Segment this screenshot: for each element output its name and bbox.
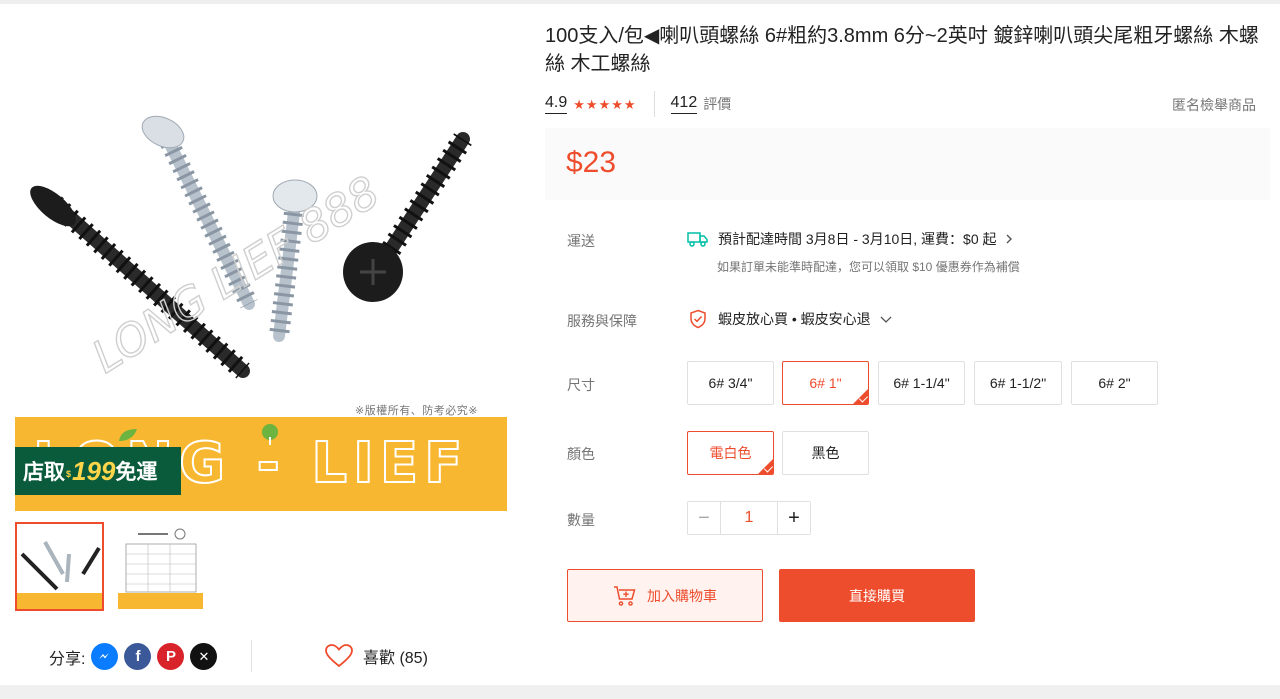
color-option-black[interactable]: 黑色 — [782, 431, 869, 475]
thumbnail-band — [17, 593, 102, 609]
star-icon: ★ — [598, 96, 611, 112]
star-icon: ★ — [611, 96, 623, 112]
service-guarantee-text: 蝦皮放心買 • 蝦皮安心退 — [718, 311, 871, 327]
share-row: 分享: f P ✕ — [49, 643, 223, 670]
truck-icon — [687, 232, 708, 247]
star-icon: ★ — [585, 96, 598, 112]
size-option-label: 6# 2" — [1098, 375, 1131, 391]
promo-amount: 199 — [72, 455, 116, 486]
buy-now-button[interactable]: 直接購買 — [779, 569, 975, 622]
star-icon: ★ — [623, 96, 636, 112]
size-option-label: 6# 1-1/4" — [893, 375, 950, 391]
screws-illustration: LONG LIEF 888 — [30, 115, 472, 384]
shipping-label: 運送 — [567, 233, 595, 249]
add-to-cart-button[interactable]: 加入購物車 — [567, 569, 763, 622]
size-option-label: 6# 3/4" — [708, 375, 753, 391]
size-option-2[interactable]: 6# 1" — [782, 361, 869, 405]
product-price: $23 — [566, 146, 617, 179]
shield-icon — [690, 309, 706, 329]
like-button[interactable]: 喜歡 (85) — [325, 644, 428, 668]
price-box: $23 — [545, 128, 1270, 200]
shipping-eta[interactable]: 預計配達時間 3月8日 - 3月10日, 運費：$0 起 — [687, 229, 1015, 249]
main-product-image[interactable]: LONG LIEF 888 ※版權所有、防考必究※ LONG - LIEF 店取… — [15, 14, 507, 511]
quantity-label: 數量 — [567, 512, 595, 528]
messenger-icon[interactable] — [91, 643, 119, 670]
share-label: 分享: — [49, 650, 86, 668]
product-title: 100支入/包◀喇叭頭螺絲 6#粗約3.8mm 6分~2英吋 鍍鋅喇叭頭尖尾粗牙… — [545, 25, 1259, 75]
bottom-strip — [0, 685, 1280, 699]
thumbnail-strip — [15, 522, 205, 611]
leaf-icon — [119, 429, 137, 441]
copyright-text: ※版權所有、防考必究※ — [355, 405, 478, 417]
size-option-label: 6# 1" — [809, 375, 842, 391]
promo-store-pickup: 店取 — [23, 461, 65, 484]
thumbnail-band — [118, 593, 203, 609]
report-product-link[interactable]: 匿名檢舉商品 — [1172, 95, 1256, 115]
star-icon: ★ — [573, 96, 585, 112]
thumbnail-screws-image — [20, 541, 101, 591]
review-count[interactable]: 412 — [670, 94, 698, 114]
tree-icon — [262, 424, 278, 445]
x-icon[interactable]: ✕ — [190, 643, 218, 670]
rating-row: 4.9 ★ ★ ★ ★ ★ 412 評價 — [545, 91, 732, 117]
size-label: 尺寸 — [567, 377, 595, 393]
size-option-label: 6# 1-1/2" — [989, 375, 1047, 391]
rating-divider — [653, 91, 655, 117]
color-option-label: 黑色 — [811, 445, 840, 461]
thumbnail-screws[interactable] — [15, 522, 104, 611]
selected-check-icon — [853, 389, 868, 404]
promo-badge: 店取 $ 199 免運 — [15, 447, 181, 495]
review-label: 評價 — [703, 96, 732, 112]
shipping-eta-text: 預計配達時間 3月8日 - 3月10日, 運費：$0 起 — [718, 231, 997, 247]
service-guarantee[interactable]: 蝦皮放心買 • 蝦皮安心退 — [688, 309, 893, 329]
size-option-4[interactable]: 6# 1-1/2" — [974, 361, 1062, 405]
buy-now-label: 直接購買 — [849, 587, 905, 604]
color-option-white[interactable]: 電白色 — [687, 431, 774, 475]
selected-check-icon — [758, 459, 773, 474]
chevron-right-icon — [1006, 234, 1012, 244]
size-option-3[interactable]: 6# 1-1/4" — [878, 361, 965, 405]
color-label: 顏色 — [567, 446, 595, 462]
quantity-input[interactable]: 1 — [720, 502, 778, 534]
heart-icon — [325, 644, 353, 668]
facebook-icon[interactable]: f — [124, 643, 152, 670]
promo-free-shipping: 免運 — [115, 461, 158, 484]
rating-stars: ★ ★ ★ ★ ★ — [573, 98, 635, 111]
quantity-increase-button[interactable]: + — [778, 502, 810, 534]
rating-value[interactable]: 4.9 — [545, 94, 568, 114]
share-divider — [251, 640, 252, 672]
size-option-1[interactable]: 6# 3/4" — [687, 361, 774, 405]
thumbnail-spec-table[interactable] — [116, 522, 205, 611]
pinterest-icon[interactable]: P — [157, 643, 185, 670]
service-label: 服務與保障 — [567, 313, 637, 329]
chevron-down-icon — [880, 316, 892, 323]
color-option-label: 電白色 — [709, 445, 752, 461]
cart-icon — [614, 585, 636, 606]
quantity-decrease-button[interactable]: − — [688, 502, 720, 534]
thumbnail-spec-image — [125, 528, 197, 593]
quantity-stepper: − 1 + — [687, 501, 811, 535]
like-count: 喜歡 (85) — [363, 650, 428, 667]
add-to-cart-label: 加入購物車 — [647, 587, 717, 604]
size-option-5[interactable]: 6# 2" — [1071, 361, 1158, 405]
shipping-note: 如果訂單未能準時配達，您可以領取 $10 優惠券作為補償 — [717, 260, 1020, 274]
promo-dollar: $ — [66, 469, 72, 479]
